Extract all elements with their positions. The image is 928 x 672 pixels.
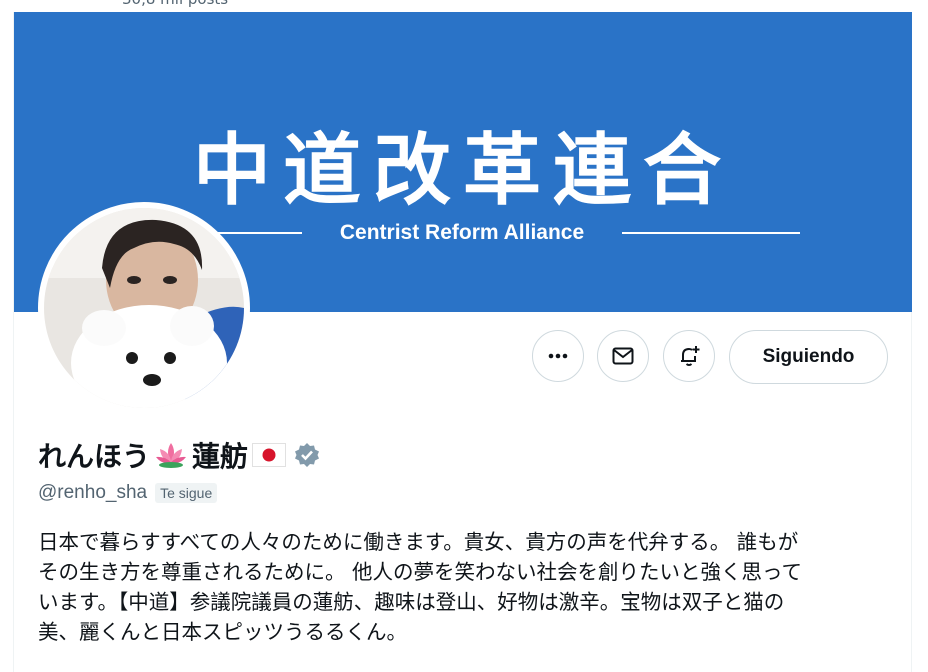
banner-divider-right xyxy=(622,232,800,234)
profile-actions: Siguiendo xyxy=(0,330,928,384)
following-button[interactable]: Siguiendo xyxy=(729,330,888,384)
top-strip: 30,8 mil posts xyxy=(0,0,928,12)
profile-name-row: れんほう 蓮舫 xyxy=(38,437,324,477)
bell-plus-icon xyxy=(681,346,700,366)
handle-row: @renho_sha Te sigue xyxy=(38,480,218,506)
posts-count: 30,8 mil posts xyxy=(122,0,228,8)
display-name-part2: 蓮舫 xyxy=(192,440,249,473)
verified-badge-icon[interactable] xyxy=(294,442,320,472)
lotus-icon xyxy=(154,440,188,474)
more-horizontal-icon xyxy=(548,353,568,359)
notifications-button[interactable] xyxy=(663,330,715,382)
message-button[interactable] xyxy=(597,330,649,382)
envelope-icon xyxy=(612,347,634,365)
banner-title-en: Centrist Reform Alliance xyxy=(339,221,585,244)
profile-bio: 日本で暮らすすべての人々のために働きます。貴女、貴方の声を代弁する。 誰もが そ… xyxy=(38,530,802,644)
follows-you-badge: Te sigue xyxy=(155,483,218,503)
more-button[interactable] xyxy=(532,330,584,382)
username-handle: @renho_sha xyxy=(38,482,148,503)
display-name-part1: れんほう xyxy=(38,440,151,473)
japan-flag-icon xyxy=(252,443,287,471)
